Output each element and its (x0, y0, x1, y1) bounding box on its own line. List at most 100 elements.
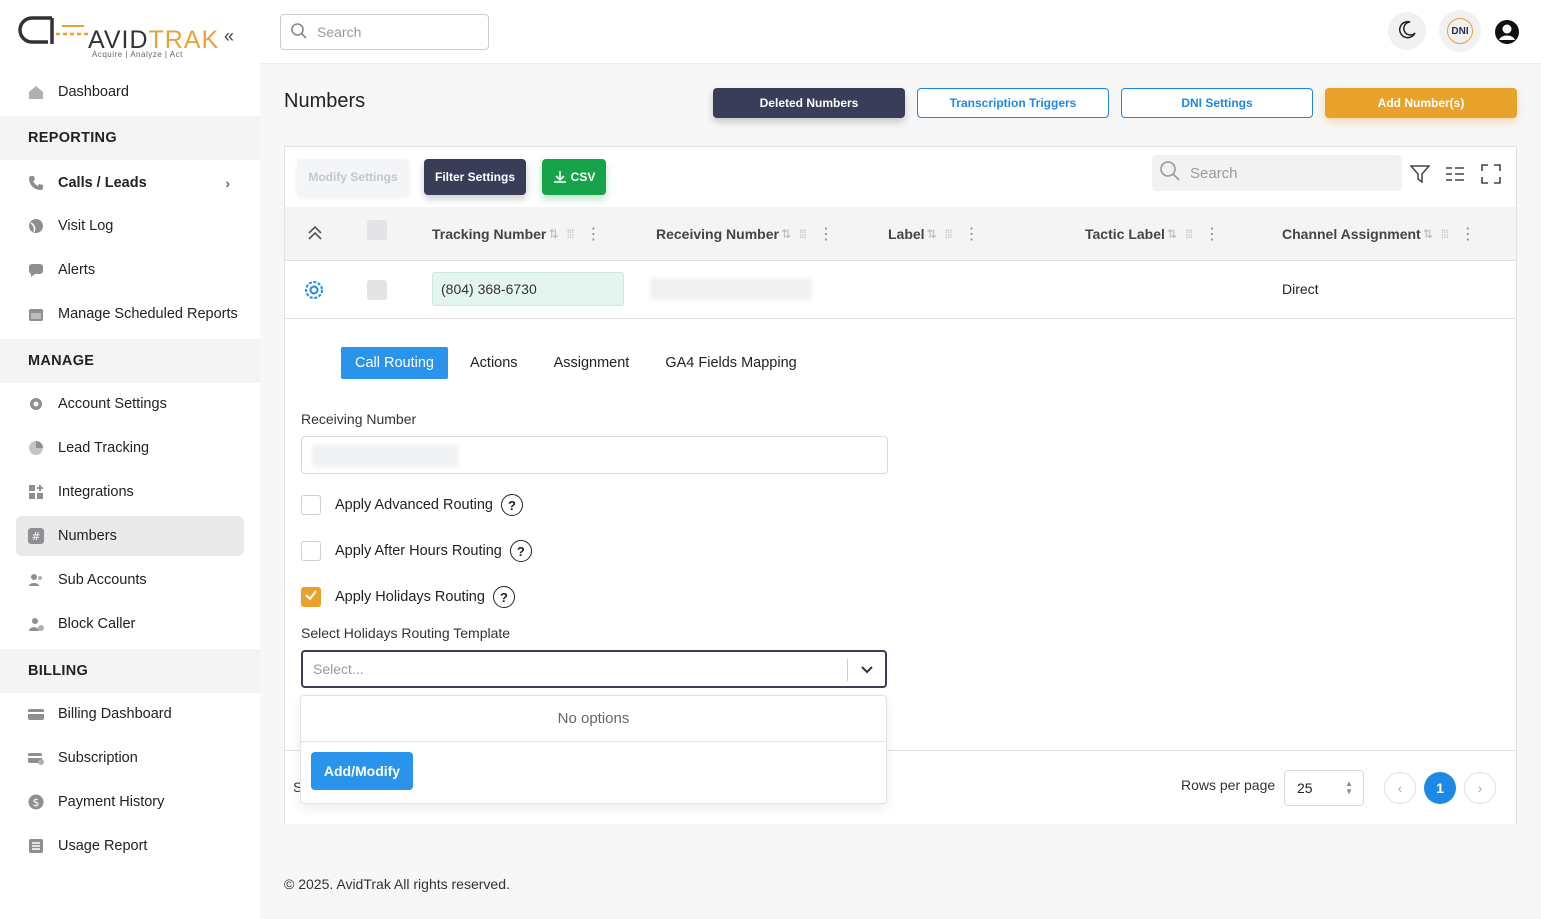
column-menu-icon[interactable]: ⋮ (964, 224, 980, 244)
section-reporting: REPORTING (0, 116, 260, 160)
holidays-template-select[interactable]: Select... (301, 650, 887, 688)
search-placeholder: Search (317, 24, 362, 40)
global-search-input[interactable]: Search (280, 14, 489, 50)
modify-settings-button[interactable]: Modify Settings (297, 159, 409, 195)
checkmark-icon (304, 588, 318, 606)
column-channel-assignment[interactable]: Channel Assignment ⇅ ⁞⁞⁞ ⋮ (1282, 207, 1476, 261)
dni-button[interactable]: DNI (1439, 10, 1481, 52)
sort-icon[interactable]: ⇅ (781, 227, 791, 241)
dni-badge: DNI (1447, 18, 1473, 44)
sidebar-item-label: Lead Tracking (58, 440, 150, 456)
drag-handle-icon[interactable]: ⁞⁞⁞ (566, 227, 574, 241)
receiving-number-value-redacted (312, 445, 458, 467)
sidebar-item-block-caller[interactable]: Block Caller (16, 604, 244, 644)
deleted-numbers-button[interactable]: Deleted Numbers (713, 88, 905, 118)
sidebar-item-calls-leads[interactable]: Calls / Leads › (16, 163, 244, 203)
sort-icon[interactable]: ⇅ (548, 227, 558, 241)
select-placeholder: Select... (313, 661, 364, 677)
holidays-template-label: Select Holidays Routing Template (301, 625, 511, 641)
column-menu-icon[interactable]: ⋮ (585, 224, 601, 244)
drag-handle-icon[interactable]: ⁞⁞⁞ (945, 227, 953, 241)
tab-actions[interactable]: Actions (456, 347, 532, 379)
filter-settings-button[interactable]: Filter Settings (424, 159, 526, 195)
sidebar-item-label: Dashboard (58, 84, 129, 100)
column-menu-icon[interactable]: ⋮ (1460, 224, 1476, 244)
fullscreen-icon[interactable] (1480, 163, 1502, 185)
dni-settings-button[interactable]: DNI Settings (1121, 88, 1313, 118)
column-tactic-label[interactable]: Tactic Label ⇅ ⁞⁞⁞ ⋮ (1085, 207, 1220, 261)
sidebar-item-label: Manage Scheduled Reports (58, 306, 238, 322)
sidebar-item-sub-accounts[interactable]: Sub Accounts (16, 560, 244, 600)
drag-handle-icon[interactable]: ⁞⁞⁞ (799, 227, 807, 241)
column-label: Tracking Number (432, 226, 547, 242)
avidtrak-logo[interactable]: AVIDTRAK Acquire | Analyze | Act (18, 10, 248, 66)
apply-holidays-routing-checkbox[interactable] (301, 587, 321, 607)
logo-tagline: Acquire | Analyze | Act (92, 50, 183, 59)
drag-handle-icon[interactable]: ⁞⁞⁞ (1185, 227, 1193, 241)
drag-handle-icon[interactable]: ⁞⁞⁞ (1441, 227, 1449, 241)
dark-mode-toggle[interactable] (1388, 12, 1426, 50)
tab-call-routing[interactable]: Call Routing (341, 347, 448, 379)
select-all-checkbox[interactable] (367, 220, 387, 240)
sort-icon[interactable]: ⇅ (927, 227, 937, 241)
sidebar-item-numbers[interactable]: # Numbers (16, 516, 244, 556)
sidebar-item-manage-scheduled-reports[interactable]: Manage Scheduled Reports (16, 294, 244, 334)
apply-advanced-routing-checkbox[interactable] (301, 495, 321, 515)
search-icon (291, 22, 307, 42)
sort-icon[interactable]: ⇅ (1423, 227, 1433, 241)
table-search-input[interactable]: Search (1152, 155, 1402, 191)
next-page-button[interactable]: › (1464, 772, 1496, 804)
column-menu-icon[interactable]: ⋮ (1204, 224, 1220, 244)
filter-icon[interactable] (1409, 163, 1431, 185)
collapse-sidebar-icon[interactable]: « (224, 26, 234, 47)
csv-export-button[interactable]: CSV (542, 159, 606, 195)
transcription-triggers-button[interactable]: Transcription Triggers (917, 88, 1109, 118)
row-settings-gear-icon[interactable] (303, 279, 325, 304)
table-header: Tracking Number ⇅ ⁞⁞⁞ ⋮ Receiving Number ⇅ ⁞⁞… (285, 207, 1516, 261)
chevron-down-icon[interactable] (859, 661, 875, 680)
gear-icon (28, 396, 44, 412)
sidebar-item-subscription[interactable]: Subscription (16, 738, 244, 778)
holidays-template-dropdown: No options Add/Modify (300, 695, 887, 804)
help-icon[interactable]: ? (492, 586, 515, 608)
sort-icon[interactable]: ⇅ (1167, 227, 1177, 241)
column-label[interactable]: Label ⇅ ⁞⁞⁞ ⋮ (888, 207, 980, 261)
column-menu-icon[interactable]: ⋮ (818, 224, 834, 244)
collapse-all-icon[interactable] (307, 224, 323, 245)
receiving-number-label: Receiving Number (301, 411, 417, 427)
column-receiving-number[interactable]: Receiving Number ⇅ ⁞⁞⁞ ⋮ (656, 207, 834, 261)
apply-after-hours-routing-checkbox[interactable] (301, 541, 321, 561)
sidebar-item-lead-tracking[interactable]: Lead Tracking (16, 428, 244, 468)
sidebar-item-label: Block Caller (58, 616, 136, 632)
sidebar-item-usage-report[interactable]: Usage Report (16, 826, 244, 866)
svg-text:#: # (31, 530, 40, 543)
add-modify-button[interactable]: Add/Modify (311, 752, 413, 790)
add-numbers-button[interactable]: Add Number(s) (1325, 88, 1517, 118)
row-checkbox[interactable] (367, 280, 387, 300)
receiving-number-input[interactable] (301, 436, 888, 474)
tab-ga4-fields-mapping[interactable]: GA4 Fields Mapping (651, 347, 810, 379)
sidebar-item-payment-history[interactable]: $ Payment History (16, 782, 244, 822)
columns-icon[interactable] (1444, 163, 1466, 185)
sidebar-item-dashboard[interactable]: Dashboard (16, 72, 244, 112)
logo-mark-icon (18, 16, 88, 44)
sidebar-item-visit-log[interactable]: Visit Log (16, 206, 244, 246)
tab-assignment[interactable]: Assignment (540, 347, 644, 379)
rows-per-page-select[interactable]: 25 ▲ ▼ (1284, 770, 1364, 806)
help-icon[interactable]: ? (509, 540, 532, 562)
receiving-number-cell-redacted (650, 278, 812, 300)
tracking-number-cell[interactable]: (804) 368-6730 (432, 272, 624, 306)
prev-page-button[interactable]: ‹ (1384, 772, 1416, 804)
sidebar-item-billing-dashboard[interactable]: Billing Dashboard (16, 694, 244, 734)
sidebar-item-integrations[interactable]: Integrations (16, 472, 244, 512)
page-1-button[interactable]: 1 (1424, 772, 1456, 804)
sidebar-item-label: Payment History (58, 794, 165, 810)
list-icon (28, 838, 44, 854)
download-icon (553, 170, 567, 184)
sidebar-item-account-settings[interactable]: Account Settings (16, 384, 244, 424)
user-account-icon[interactable] (1494, 19, 1520, 48)
help-icon[interactable]: ? (501, 494, 523, 516)
column-tracking-number[interactable]: Tracking Number ⇅ ⁞⁞⁞ ⋮ (432, 207, 601, 261)
table-search-placeholder: Search (1190, 164, 1238, 182)
sidebar-item-alerts[interactable]: Alerts (16, 250, 244, 290)
